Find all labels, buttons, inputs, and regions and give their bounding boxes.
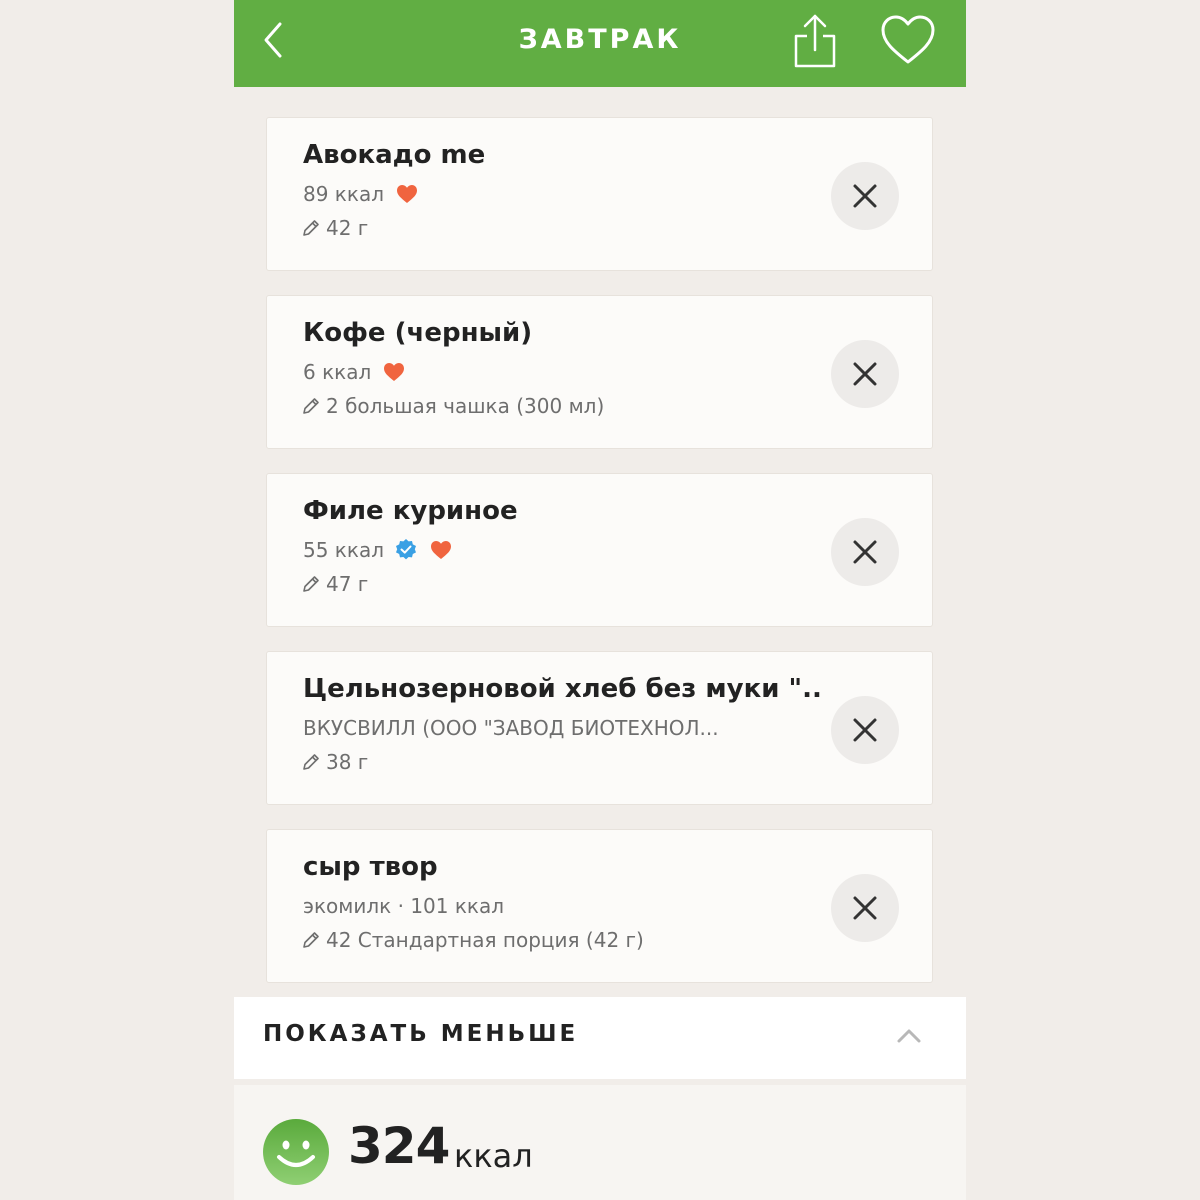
food-name: Авокадо me bbox=[303, 140, 486, 170]
food-item-card[interactable]: Кофе (черный) 6 ккал 2 большая чашка (30… bbox=[266, 295, 933, 449]
heart-icon bbox=[397, 185, 418, 203]
remove-item-button[interactable] bbox=[831, 162, 899, 230]
show-less-label: ПОКАЗАТЬ МЕНЬШЕ bbox=[263, 1021, 579, 1047]
close-icon bbox=[853, 362, 877, 386]
food-calories-row: 55 ккал bbox=[303, 538, 823, 562]
food-portion-row[interactable]: 42 Стандартная порция (42 г) bbox=[301, 928, 821, 952]
header-bar: ЗАВТРАК bbox=[234, 0, 966, 87]
food-brand-row: экомилк · 101 ккал bbox=[303, 894, 823, 918]
food-portion-row[interactable]: 47 г bbox=[301, 572, 821, 596]
close-icon bbox=[853, 718, 877, 742]
show-less-button[interactable]: ПОКАЗАТЬ МЕНЬШЕ bbox=[234, 997, 966, 1079]
food-brand-calories: экомилк · 101 ккал bbox=[303, 894, 505, 918]
chevron-up-icon bbox=[897, 1029, 921, 1043]
favorite-button[interactable] bbox=[880, 14, 936, 66]
food-brand-row: ВКУСВИЛЛ (ООО "ЗАВОД БИОТЕХНОЛ... bbox=[303, 716, 823, 740]
close-icon bbox=[853, 540, 877, 564]
food-item-card[interactable]: Авокадо me 89 ккал 42 г bbox=[266, 117, 933, 271]
remove-item-button[interactable] bbox=[831, 340, 899, 408]
food-name: Цельнозерновой хлеб без муки "... bbox=[303, 674, 823, 704]
app-screen: ЗАВТРАК Авокадо me 89 ккал 42 г Кофе (че… bbox=[234, 0, 966, 1200]
food-item-card[interactable]: сыр твор экомилк · 101 ккал 42 Стандартн… bbox=[266, 829, 933, 983]
remove-item-button[interactable] bbox=[831, 696, 899, 764]
food-name: Филе куриное bbox=[303, 496, 518, 526]
food-portion: 42 Стандартная порция (42 г) bbox=[326, 928, 644, 952]
food-portion-row[interactable]: 42 г bbox=[301, 216, 821, 240]
heart-icon bbox=[431, 541, 452, 559]
food-calories: 6 ккал bbox=[303, 360, 372, 384]
food-calories-row: 89 ккал bbox=[303, 182, 823, 206]
heart-outline-icon bbox=[881, 15, 935, 64]
close-icon bbox=[853, 184, 877, 208]
pencil-icon bbox=[303, 754, 319, 770]
food-item-card[interactable]: Цельнозерновой хлеб без муки "... ВКУСВИ… bbox=[266, 651, 933, 805]
pencil-icon bbox=[303, 220, 319, 236]
remove-item-button[interactable] bbox=[831, 518, 899, 586]
remove-item-button[interactable] bbox=[831, 874, 899, 942]
share-icon bbox=[794, 14, 836, 68]
food-portion: 38 г bbox=[326, 750, 369, 774]
verified-badge-icon bbox=[396, 539, 417, 560]
total-calories-unit: ккал bbox=[454, 1137, 533, 1175]
food-portion: 47 г bbox=[326, 572, 369, 596]
food-calories: 55 ккал bbox=[303, 538, 385, 562]
food-calories: 89 ккал bbox=[303, 182, 385, 206]
pencil-icon bbox=[303, 932, 319, 948]
close-icon bbox=[853, 896, 877, 920]
food-portion-row[interactable]: 2 большая чашка (300 мл) bbox=[301, 394, 821, 418]
meal-summary: 324 ккал bbox=[234, 1085, 966, 1200]
food-name: Кофе (черный) bbox=[303, 318, 533, 348]
page-title: ЗАВТРАК bbox=[518, 24, 682, 55]
pencil-icon bbox=[303, 576, 319, 592]
food-calories-row: 6 ккал bbox=[303, 360, 823, 384]
total-calories: 324 bbox=[348, 1117, 450, 1175]
food-portion: 42 г bbox=[326, 216, 369, 240]
pencil-icon bbox=[303, 398, 319, 414]
food-name: сыр твор bbox=[303, 852, 438, 882]
share-button[interactable] bbox=[790, 12, 840, 68]
heart-icon bbox=[384, 363, 405, 381]
food-portion-row[interactable]: 38 г bbox=[301, 750, 821, 774]
food-item-card[interactable]: Филе куриное 55 ккал 47 г bbox=[266, 473, 933, 627]
smiley-icon bbox=[263, 1119, 329, 1185]
food-brand: ВКУСВИЛЛ (ООО "ЗАВОД БИОТЕХНОЛ... bbox=[303, 716, 719, 740]
food-portion: 2 большая чашка (300 мл) bbox=[326, 394, 605, 418]
